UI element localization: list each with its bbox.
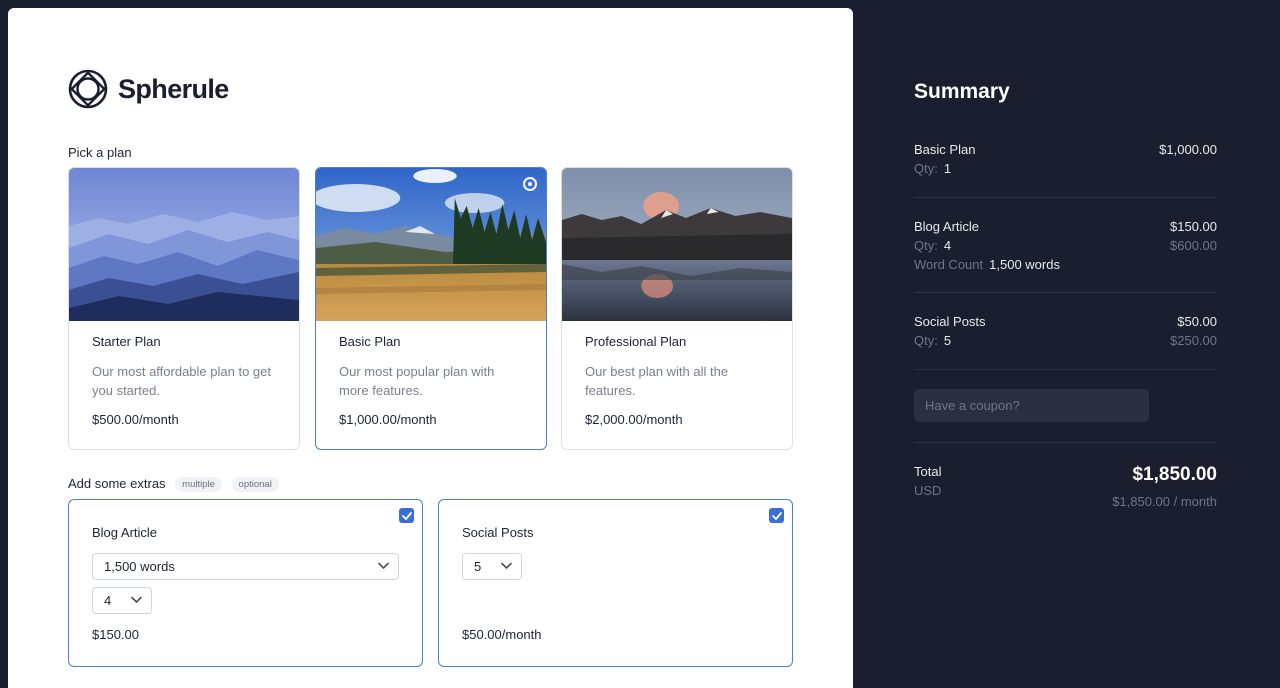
plan-description: Our most affordable plan to get you star… xyxy=(92,364,271,398)
social-qty-value: 5 xyxy=(474,559,482,574)
plan-image-meadow-forest xyxy=(316,168,546,321)
summary-divider xyxy=(914,442,1217,443)
extra-checkbox-blog-article[interactable] xyxy=(399,508,414,523)
word-count-label: Word Count xyxy=(914,257,984,272)
summary-divider xyxy=(914,197,1217,198)
total-label: Total xyxy=(914,464,942,479)
plan-card-basic[interactable]: Basic Plan Our most popular plan with mo… xyxy=(315,167,547,450)
plan-title: Professional Plan xyxy=(585,334,687,349)
qty-label: Qty: xyxy=(914,333,938,348)
brand-name: Spherule xyxy=(118,73,229,104)
summary-item-subtotal: $250.00 xyxy=(1170,333,1217,348)
word-count-value: 1,500 words xyxy=(104,559,175,574)
qty-value: 5 xyxy=(943,333,952,348)
chevron-down-icon xyxy=(131,596,142,604)
plan-image-lake-reflection xyxy=(562,168,792,321)
extra-card-social-posts[interactable]: Social Posts 5 $50.00/month xyxy=(438,499,793,667)
extra-price: $150.00 xyxy=(92,627,139,642)
tag-multiple: multiple xyxy=(175,477,222,492)
check-icon xyxy=(771,511,782,520)
word-count-value: 1,500 words xyxy=(989,257,1060,272)
brand-logo: Spherule xyxy=(68,69,229,109)
summary-item-name: Social Posts xyxy=(914,314,986,329)
plan-title: Basic Plan xyxy=(339,334,401,349)
plan-description: Our most popular plan with more features… xyxy=(339,364,495,398)
summary-item-name: Basic Plan xyxy=(914,142,976,157)
summary-divider xyxy=(914,292,1217,293)
chevron-down-icon xyxy=(378,562,389,570)
qty-label: Qty: xyxy=(914,161,938,176)
plan-title: Starter Plan xyxy=(92,334,161,349)
extra-card-blog-article[interactable]: Blog Article 1,500 words 4 $150.00 xyxy=(68,499,423,667)
plan-price: $1,000.00/month xyxy=(339,412,437,427)
word-count-select[interactable]: 1,500 words xyxy=(92,553,399,580)
qty-value: 4 xyxy=(943,238,952,253)
check-icon xyxy=(401,511,412,520)
plan-description: Our best plan with all the features. xyxy=(585,364,729,398)
coupon-input[interactable] xyxy=(914,389,1149,422)
sphere-logo-icon xyxy=(68,69,108,109)
extras-label-text: Add some extras xyxy=(68,476,166,491)
extra-checkbox-social-posts[interactable] xyxy=(769,508,784,523)
plans-section-label: Pick a plan xyxy=(68,145,132,160)
plan-price: $2,000.00/month xyxy=(585,412,683,427)
plan-selected-radio[interactable] xyxy=(523,177,537,191)
summary-item-subtotal: $600.00 xyxy=(1170,238,1217,253)
summary-divider xyxy=(914,369,1217,370)
summary-item-name: Blog Article xyxy=(914,219,980,234)
summary-item-price: $150.00 xyxy=(1170,219,1217,234)
total-currency: USD xyxy=(914,483,942,498)
plan-image-misty-mountains xyxy=(69,168,299,321)
tag-optional: optional xyxy=(231,477,279,492)
blog-qty-select[interactable]: 4 xyxy=(92,587,152,614)
qty-label: Qty: xyxy=(914,238,938,253)
extra-price: $50.00/month xyxy=(462,627,542,642)
plan-card-starter[interactable]: Starter Plan Our most affordable plan to… xyxy=(68,167,300,450)
qty-value: 1 xyxy=(943,161,952,176)
total-amount: $1,850.00 xyxy=(1132,464,1217,485)
summary-item-price: $1,000.00 xyxy=(1159,142,1217,157)
summary-title: Summary xyxy=(914,80,1010,103)
summary-item-basic-plan: Basic Plan $1,000.00 Qty: 1 xyxy=(914,142,1217,180)
summary-item-social-posts: Social Posts $50.00 Qty: 5 $250.00 xyxy=(914,314,1217,352)
blog-qty-value: 4 xyxy=(104,593,112,608)
summary-item-price: $50.00 xyxy=(1177,314,1217,329)
extra-title: Blog Article xyxy=(92,525,158,540)
extra-title: Social Posts xyxy=(462,525,534,540)
summary-item-blog-article: Blog Article $150.00 Qty: 4 $600.00 Word … xyxy=(914,219,1217,276)
extras-section-label: Add some extras multiple optional xyxy=(68,476,279,492)
checkout-form-panel: Spherule Pick a plan Starter Plan Our mo… xyxy=(8,8,853,688)
plan-price: $500.00/month xyxy=(92,412,179,427)
social-qty-select[interactable]: 5 xyxy=(462,553,522,580)
total-monthly: $1,850.00 / month xyxy=(1112,494,1217,509)
chevron-down-icon xyxy=(501,562,512,570)
plan-card-professional[interactable]: Professional Plan Our best plan with all… xyxy=(561,167,793,450)
